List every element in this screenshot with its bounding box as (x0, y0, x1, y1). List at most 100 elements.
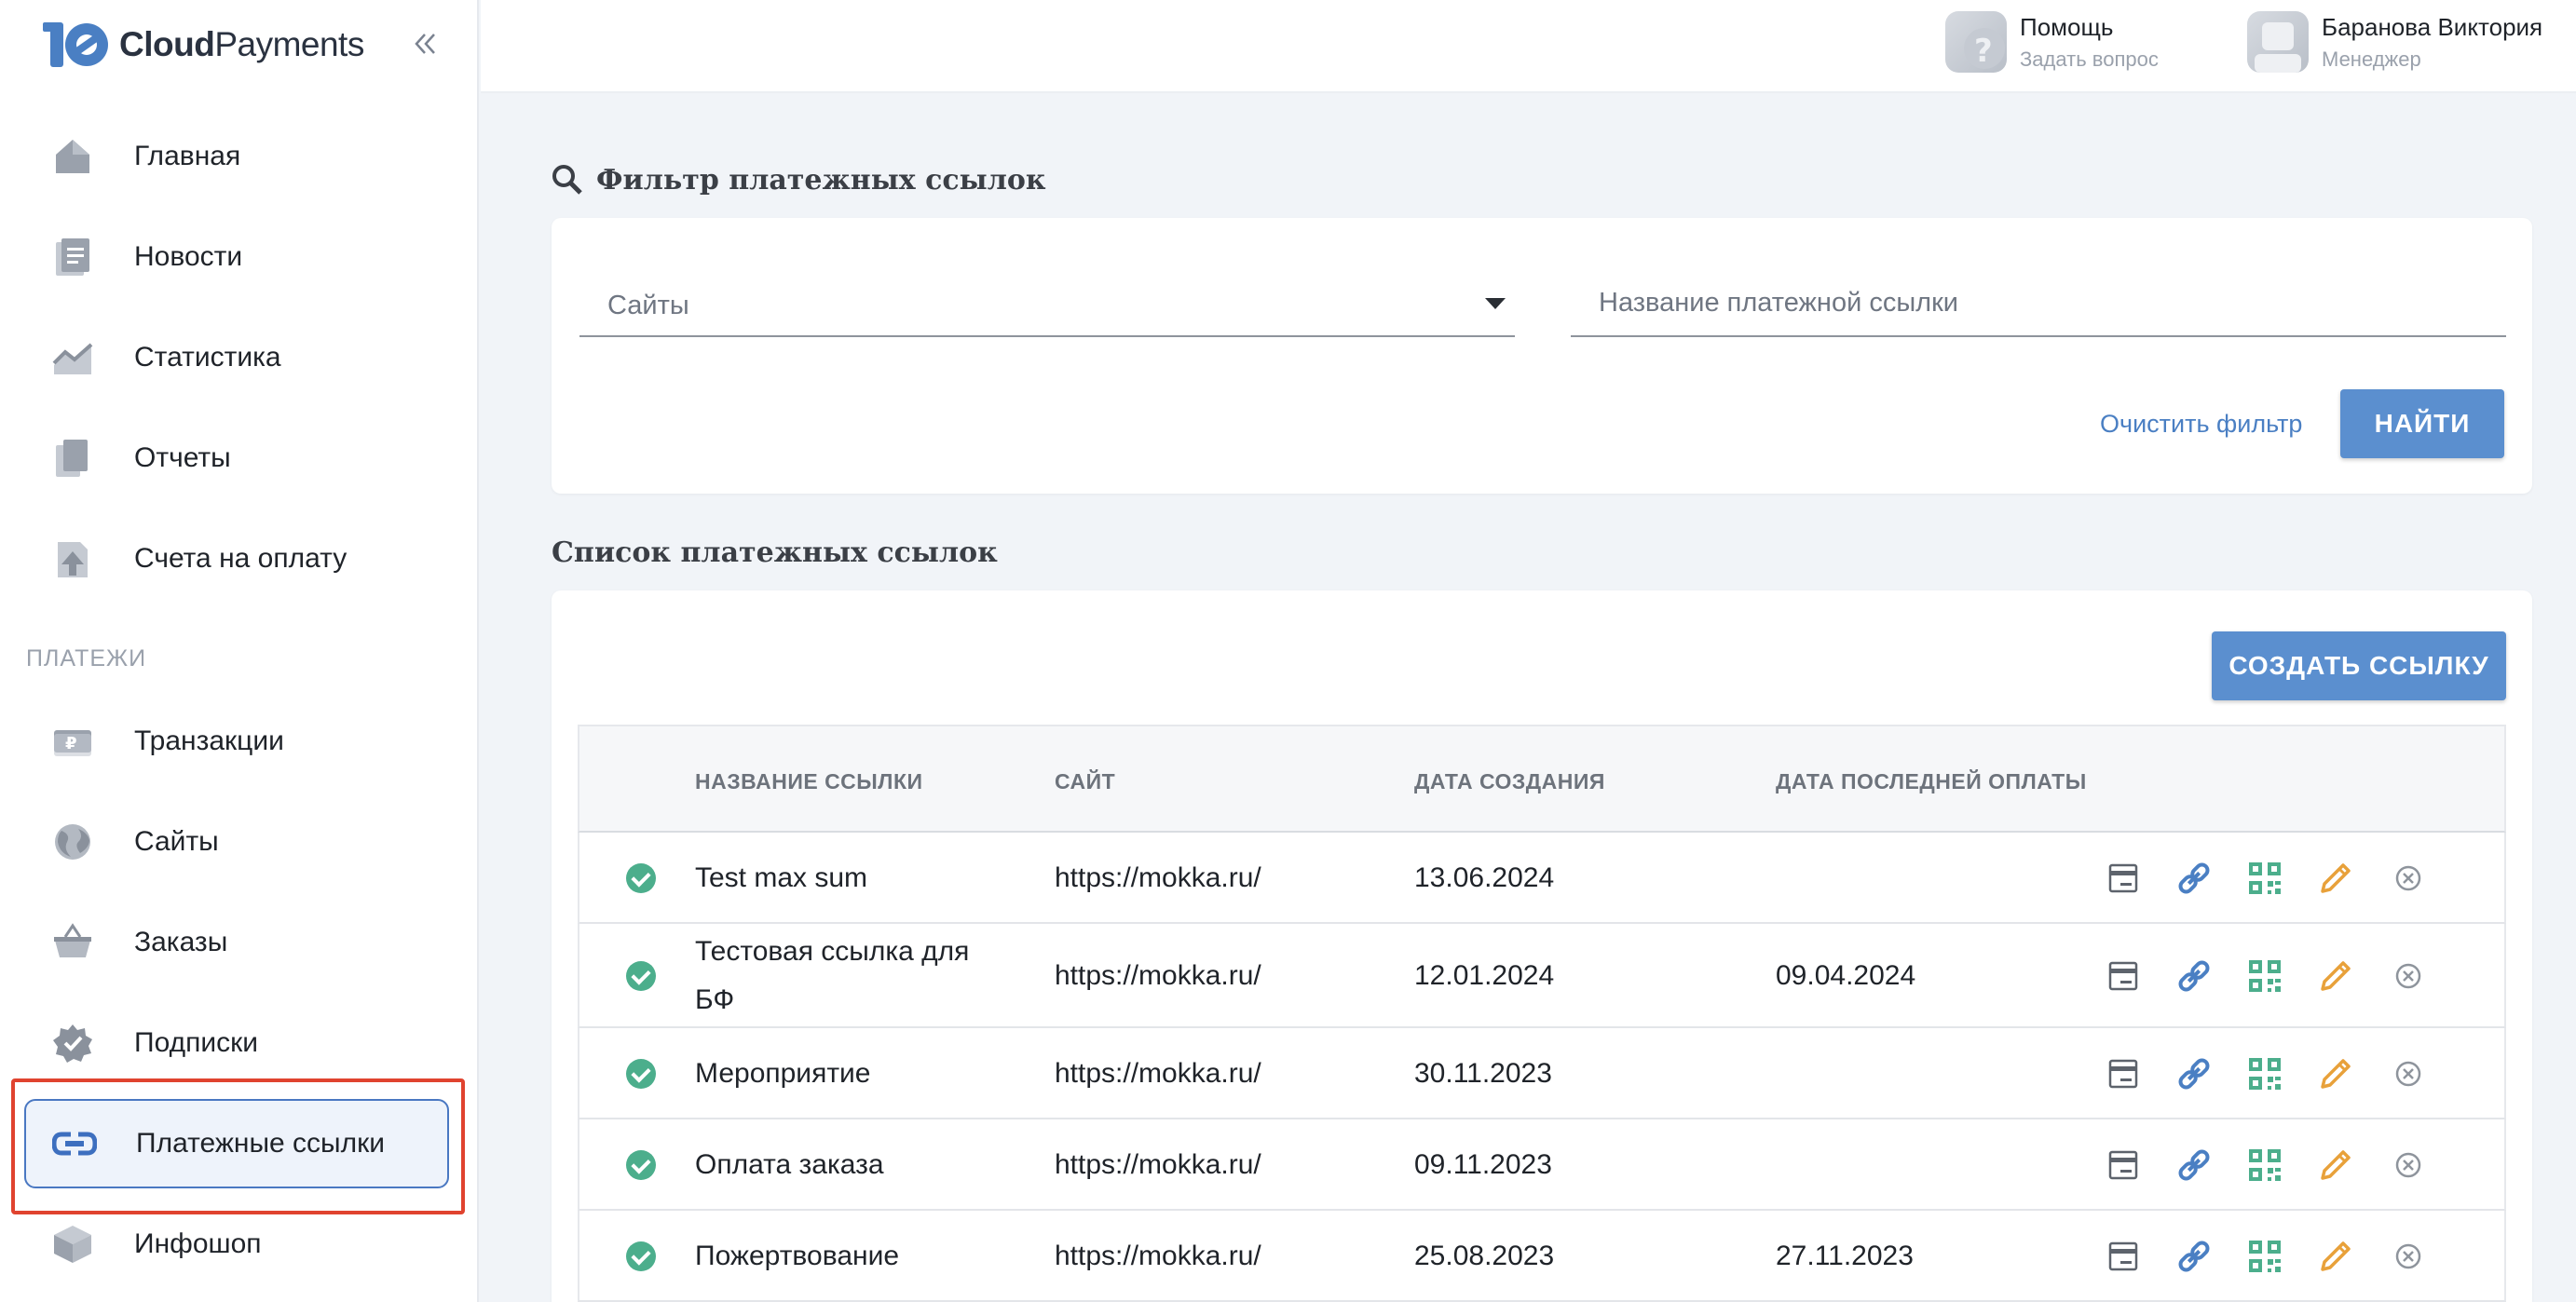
qr-icon[interactable] (2243, 955, 2286, 997)
help-button[interactable]: ? Помощь Задать вопрос (1945, 11, 2159, 73)
edit-pencil-icon[interactable] (2314, 1144, 2357, 1187)
column-header-last-payment[interactable]: ДАТА ПОСЛЕДНЕЙ ОПЛАТЫ (1776, 769, 2087, 794)
link-icon[interactable] (2173, 857, 2215, 900)
badge-icon (48, 1019, 97, 1067)
help-subtitle: Задать вопрос (2020, 47, 2159, 71)
card-icon[interactable] (2102, 1235, 2145, 1278)
cell-link-name: Пожертвование (695, 1241, 900, 1271)
sidebar-item-statistics[interactable]: Статистика (24, 313, 449, 402)
cell-site: https://mokka.ru/ (1055, 960, 1261, 991)
sidebar-item-label: Транзакции (134, 726, 284, 756)
sidebar-item-orders[interactable]: Заказы (24, 898, 449, 987)
sidebar-item-label: Отчеты (134, 442, 231, 473)
svg-text:₽: ₽ (65, 734, 77, 753)
sidebar-item-label: Сайты (134, 826, 219, 857)
qr-icon[interactable] (2243, 1235, 2286, 1278)
sidebar-item-label: Главная (134, 141, 241, 171)
user-name: Баранова Виктория (2322, 12, 2543, 41)
link-icon[interactable] (2173, 955, 2215, 997)
card-icon[interactable] (2102, 857, 2145, 900)
user-menu[interactable]: Баранова Виктория Менеджер (2247, 11, 2542, 73)
sidebar-item-home[interactable]: Главная (24, 112, 449, 201)
avatar (2247, 11, 2309, 73)
logo[interactable]: CloudPayments (43, 19, 364, 71)
status-check-icon (626, 961, 656, 991)
status-check-icon (626, 863, 656, 893)
list-title: Список платежных ссылок (552, 536, 998, 569)
news-icon (48, 233, 97, 281)
link-name-field[interactable] (1571, 270, 2506, 337)
delete-circle-icon[interactable] (2387, 857, 2430, 900)
cell-site: https://mokka.ru/ (1055, 1058, 1261, 1089)
double-chevron-left-icon (415, 34, 435, 54)
link-name-input[interactable] (1571, 270, 2506, 335)
sidebar-item-payment-links[interactable]: Платежные ссылки (24, 1099, 449, 1188)
delete-circle-icon[interactable] (2387, 1052, 2430, 1095)
link-icon (50, 1119, 99, 1168)
table-row[interactable]: Оплата заказа https://mokka.ru/09.11.2023 (578, 1119, 2506, 1211)
sidebar-item-label: Статистика (134, 342, 281, 373)
collapse-sidebar-button[interactable] (408, 30, 442, 63)
sidebar-item-invoices[interactable]: Счета на оплату (24, 514, 449, 604)
qr-icon[interactable] (2243, 1144, 2286, 1187)
table-row[interactable]: Мероприятие https://mokka.ru/30.11.2023 (578, 1028, 2506, 1119)
qr-icon[interactable] (2243, 1052, 2286, 1095)
clear-filter-button[interactable]: Очистить фильтр (2100, 410, 2302, 439)
column-header-created[interactable]: ДАТА СОЗДАНИЯ (1414, 769, 1605, 794)
card-icon[interactable] (2102, 1052, 2145, 1095)
card-icon[interactable] (2102, 1144, 2145, 1187)
sidebar-item-reports[interactable]: Отчеты (24, 414, 449, 503)
sites-select[interactable]: Сайты (579, 270, 1515, 337)
column-header-name[interactable]: НАЗВАНИЕ ССЫЛКИ (695, 769, 923, 794)
edit-pencil-icon[interactable] (2314, 955, 2357, 997)
home-icon (48, 132, 97, 181)
delete-circle-icon[interactable] (2387, 955, 2430, 997)
delete-circle-icon[interactable] (2387, 1235, 2430, 1278)
find-button[interactable]: НАЙТИ (2340, 389, 2504, 458)
filter-card: Сайты Очистить фильтр НАЙТИ (552, 218, 2532, 494)
link-icon[interactable] (2173, 1052, 2215, 1095)
qr-icon[interactable] (2243, 857, 2286, 900)
svg-text:?: ? (1974, 33, 1993, 70)
cell-created-date: 25.08.2023 (1414, 1241, 1555, 1271)
link-icon[interactable] (2173, 1144, 2215, 1187)
cell-link-name: Мероприятие (695, 1058, 871, 1089)
chevron-down-icon[interactable] (1485, 298, 1506, 309)
sidebar-item-label: Инфошоп (134, 1228, 262, 1259)
table-row[interactable]: Пожертвование https://mokka.ru/25.08.2023… (578, 1211, 2506, 1302)
sidebar-section-payments: ПЛАТЕЖИ (26, 645, 147, 671)
sidebar-item-sites[interactable]: Сайты (24, 797, 449, 887)
edit-pencil-icon[interactable] (2314, 1235, 2357, 1278)
edit-pencil-icon[interactable] (2314, 857, 2357, 900)
invoice-icon (48, 535, 97, 583)
edit-pencil-icon[interactable] (2314, 1052, 2357, 1095)
cell-link-name: Тестовая ссылка для БФ (695, 936, 970, 1015)
cell-created-date: 12.01.2024 (1414, 960, 1555, 991)
help-icon: ? (1945, 11, 2007, 73)
sites-select-label: Сайты (607, 291, 689, 320)
sidebar-item-subscriptions[interactable]: Подписки (24, 998, 449, 1088)
cell-created-date: 13.06.2024 (1414, 862, 1555, 893)
sidebar-item-label: Новости (134, 241, 243, 272)
sidebar-item-label: Платежные ссылки (136, 1128, 386, 1159)
sidebar: CloudPayments Главная Новости Статистика… (0, 0, 479, 1302)
cell-created-date: 09.11.2023 (1414, 1149, 1552, 1180)
table-row[interactable]: Тестовая ссылка для БФ https://mokka.ru/1… (578, 924, 2506, 1028)
cell-site: https://mokka.ru/ (1055, 862, 1261, 893)
link-icon[interactable] (2173, 1235, 2215, 1278)
cell-link-name: Оплата заказа (695, 1149, 884, 1180)
column-header-site[interactable]: САЙТ (1055, 769, 1115, 794)
chart-icon (48, 333, 97, 382)
user-role: Менеджер (2322, 47, 2421, 71)
cell-created-date: 30.11.2023 (1414, 1058, 1552, 1089)
card-icon[interactable] (2102, 955, 2145, 997)
cell-last-payment-date: 09.04.2024 (1776, 960, 1916, 991)
sidebar-item-infoshop[interactable]: Инфошоп (24, 1200, 449, 1289)
create-link-button[interactable]: СОЗДАТЬ ССЫЛКУ (2212, 631, 2506, 700)
table-row[interactable]: Test max sum https://mokka.ru/13.06.2024 (578, 833, 2506, 924)
topbar: ? Помощь Задать вопрос Баранова Виктория… (481, 0, 2576, 93)
sidebar-item-transactions[interactable]: ₽ Транзакции (24, 697, 449, 786)
delete-circle-icon[interactable] (2387, 1144, 2430, 1187)
table-header: НАЗВАНИЕ ССЫЛКИ САЙТ ДАТА СОЗДАНИЯ ДАТА … (578, 725, 2506, 833)
sidebar-item-news[interactable]: Новости (24, 212, 449, 302)
